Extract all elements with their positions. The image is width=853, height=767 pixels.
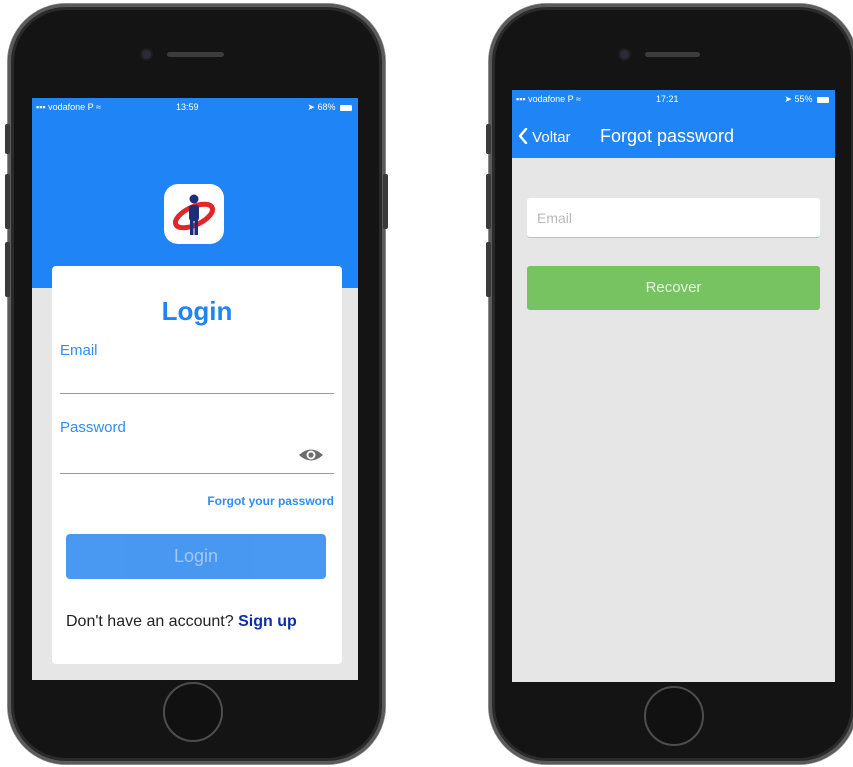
back-label: Voltar	[532, 129, 571, 146]
signup-prompt: Don't have an account?	[66, 613, 234, 630]
right-phone: ▪▪▪ vodafone P ≈ 17:21 ➤ 55% Voltar Forg…	[486, 4, 853, 764]
home-button[interactable]	[163, 682, 223, 742]
volume-down-button	[5, 242, 10, 297]
earpiece-speaker	[645, 52, 700, 57]
status-bar: ▪▪▪ vodafone P ≈ 13:59 ➤ 68%	[32, 98, 358, 118]
status-time: 17:21	[656, 94, 679, 104]
password-input[interactable]	[60, 442, 300, 470]
page-title: Login	[161, 296, 233, 326]
volume-up-button	[486, 174, 491, 229]
power-button	[383, 174, 388, 229]
status-bar: ▪▪▪ vodafone P ≈ 17:21 ➤ 55%	[512, 90, 835, 110]
password-underline	[60, 473, 334, 474]
battery-icon	[340, 104, 352, 111]
login-button[interactable]: Login	[66, 534, 326, 579]
app-logo	[164, 184, 224, 244]
email-label: Email	[60, 342, 98, 359]
signal-icon: ▪▪▪	[516, 94, 526, 104]
signup-link[interactable]: Sign up	[238, 613, 297, 630]
battery-indicator: ➤ 55%	[784, 94, 829, 105]
back-button[interactable]: Voltar	[518, 127, 571, 146]
mute-switch	[5, 124, 10, 154]
forgot-password-link[interactable]: Forgot your password	[207, 494, 334, 508]
wifi-icon: ≈	[575, 94, 581, 104]
login-card: Login Email Password Forgot your passwor…	[52, 266, 342, 664]
email-field[interactable]	[527, 198, 820, 238]
eye-icon[interactable]	[298, 446, 324, 464]
status-time: 13:59	[176, 102, 199, 112]
email-underline	[60, 393, 334, 394]
left-phone: ▪▪▪ vodafone P ≈ 13:59 ➤ 68% Login Email…	[5, 4, 388, 764]
front-camera	[142, 50, 151, 59]
signup-row: Don't have an account? Sign up	[66, 613, 297, 631]
password-label: Password	[60, 419, 126, 436]
front-camera	[620, 50, 629, 59]
email-input[interactable]	[60, 364, 334, 390]
right-screen: ▪▪▪ vodafone P ≈ 17:21 ➤ 55% Voltar Forg…	[512, 90, 835, 682]
location-arrow-icon: ➤	[784, 94, 792, 104]
carrier-label: ▪▪▪ vodafone P ≈	[36, 102, 101, 112]
carrier-label: ▪▪▪ vodafone P ≈	[516, 94, 581, 104]
signal-icon: ▪▪▪	[36, 102, 46, 112]
earpiece-speaker	[167, 52, 224, 57]
volume-up-button	[5, 174, 10, 229]
wifi-icon: ≈	[95, 102, 101, 112]
chevron-left-icon	[518, 127, 528, 145]
recover-button[interactable]: Recover	[527, 266, 820, 310]
battery-icon	[817, 96, 829, 103]
battery-indicator: ➤ 68%	[307, 102, 352, 113]
location-arrow-icon: ➤	[307, 102, 315, 112]
home-button[interactable]	[644, 686, 704, 746]
page-title: Forgot password	[600, 126, 735, 146]
left-screen: ▪▪▪ vodafone P ≈ 13:59 ➤ 68% Login Email…	[32, 98, 358, 680]
volume-down-button	[486, 242, 491, 297]
mute-switch	[486, 124, 491, 154]
